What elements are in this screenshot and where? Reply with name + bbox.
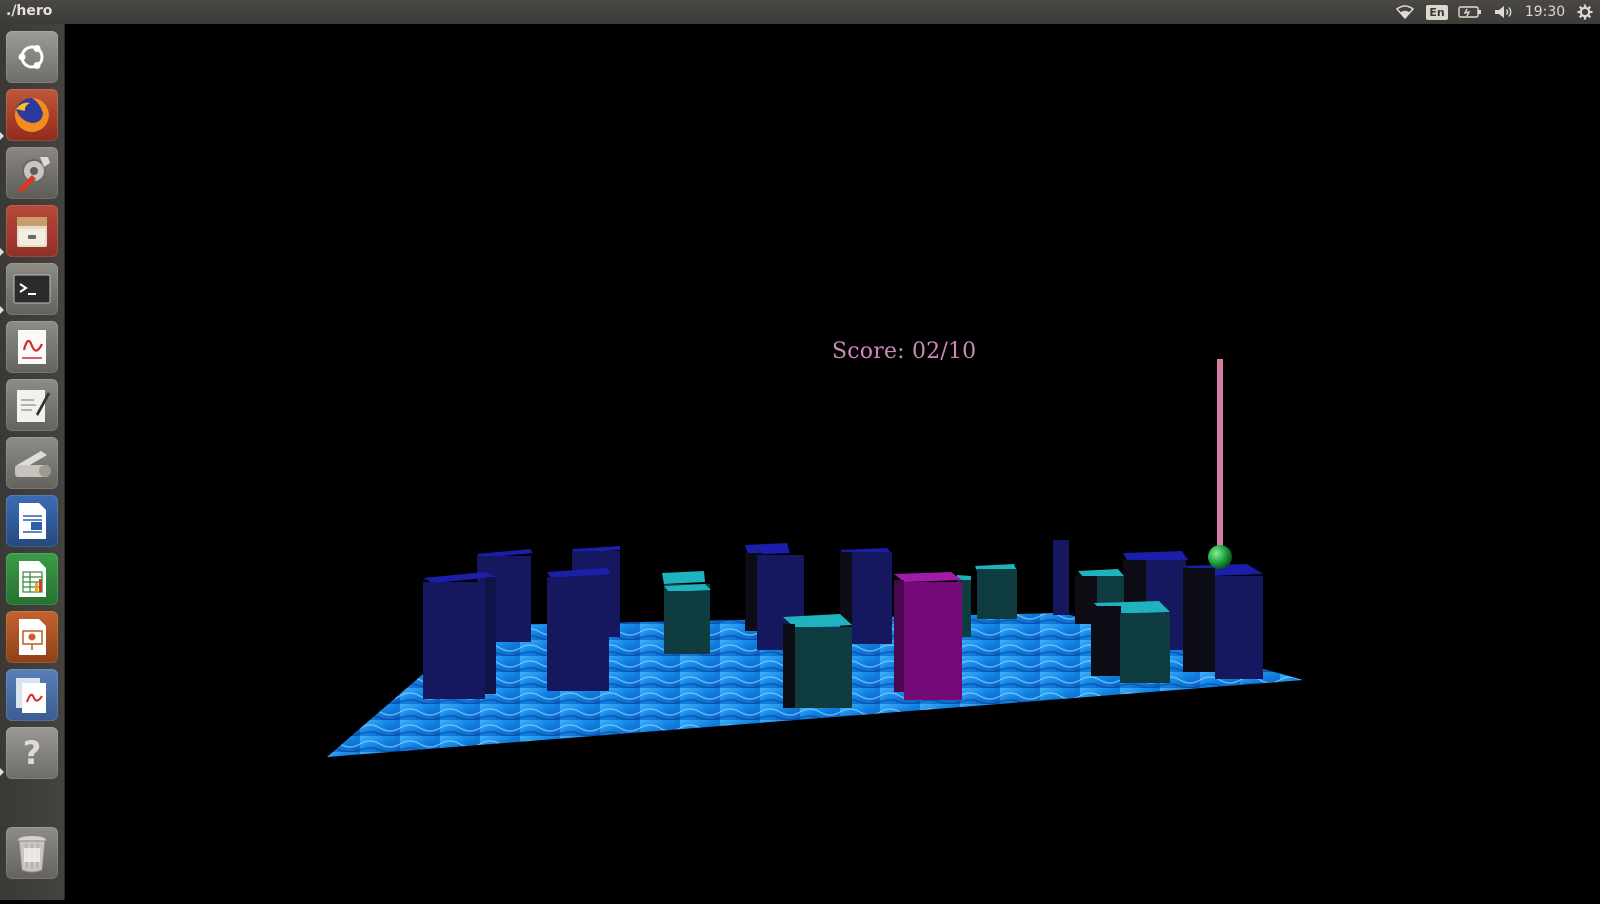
launcher-trash[interactable] — [6, 827, 58, 879]
settings-gear-icon[interactable] — [1574, 0, 1596, 24]
tower — [423, 572, 496, 699]
calc-icon — [19, 561, 46, 597]
tower-target — [894, 572, 962, 700]
trash-icon — [18, 836, 46, 873]
tower — [1053, 540, 1069, 615]
clock[interactable]: 19:30 — [1523, 0, 1567, 24]
tower-player — [1183, 564, 1263, 679]
launcher-system-settings[interactable] — [6, 147, 58, 199]
writer-icon — [19, 503, 46, 539]
battery-icon[interactable] — [1456, 0, 1484, 24]
running-indicator — [0, 306, 4, 314]
pdf-viewer-icon — [18, 330, 46, 364]
launcher-libreoffice-calc[interactable] — [6, 553, 58, 605]
tower — [547, 568, 611, 691]
impress-icon — [19, 619, 46, 655]
wrench-gear-icon — [18, 157, 50, 193]
scanner-icon — [15, 451, 51, 477]
tower — [664, 584, 711, 654]
running-indicator — [0, 768, 4, 776]
game-viewport[interactable]: Score: 02/10 — [65, 24, 1600, 900]
launcher-sidebar: ? — [0, 24, 65, 900]
score-label: Score: 02/10 — [832, 339, 977, 364]
top-panel: ./hero En 19:30 — [0, 0, 1600, 24]
launcher-libreoffice-writer[interactable] — [6, 495, 58, 547]
window-title: ./hero — [6, 3, 53, 19]
text-editor-icon — [17, 390, 50, 422]
launcher-pdf-documents[interactable] — [6, 669, 58, 721]
tower — [783, 614, 852, 708]
help-icon: ? — [22, 734, 42, 772]
keyboard-layout-label: En — [1426, 4, 1448, 20]
launcher-help[interactable]: ? — [6, 727, 58, 779]
keyboard-layout-indicator[interactable]: En — [1426, 0, 1448, 24]
launcher-files[interactable] — [6, 205, 58, 257]
launcher-text-editor[interactable] — [6, 379, 58, 431]
launcher-scanner[interactable] — [6, 437, 58, 489]
terminal-icon — [13, 274, 51, 304]
firefox-icon — [14, 98, 49, 132]
ubuntu-logo-icon — [18, 45, 44, 69]
launcher-firefox[interactable] — [6, 89, 58, 141]
pdf-stack-icon — [16, 678, 46, 713]
running-indicator — [0, 248, 4, 256]
volume-icon[interactable] — [1492, 0, 1516, 24]
running-indicator — [0, 132, 4, 140]
game-scene[interactable] — [65, 24, 1600, 900]
wifi-icon[interactable] — [1394, 0, 1416, 24]
launcher-document-viewer[interactable] — [6, 321, 58, 373]
player-ball — [1208, 545, 1232, 569]
launcher-libreoffice-impress[interactable] — [6, 611, 58, 663]
player-pole — [1217, 359, 1223, 553]
tower — [1091, 601, 1170, 683]
launcher-ubuntu-dash[interactable] — [6, 31, 58, 83]
launcher-terminal[interactable] — [6, 263, 58, 315]
tower — [975, 564, 1017, 619]
file-cabinet-icon — [17, 217, 47, 247]
